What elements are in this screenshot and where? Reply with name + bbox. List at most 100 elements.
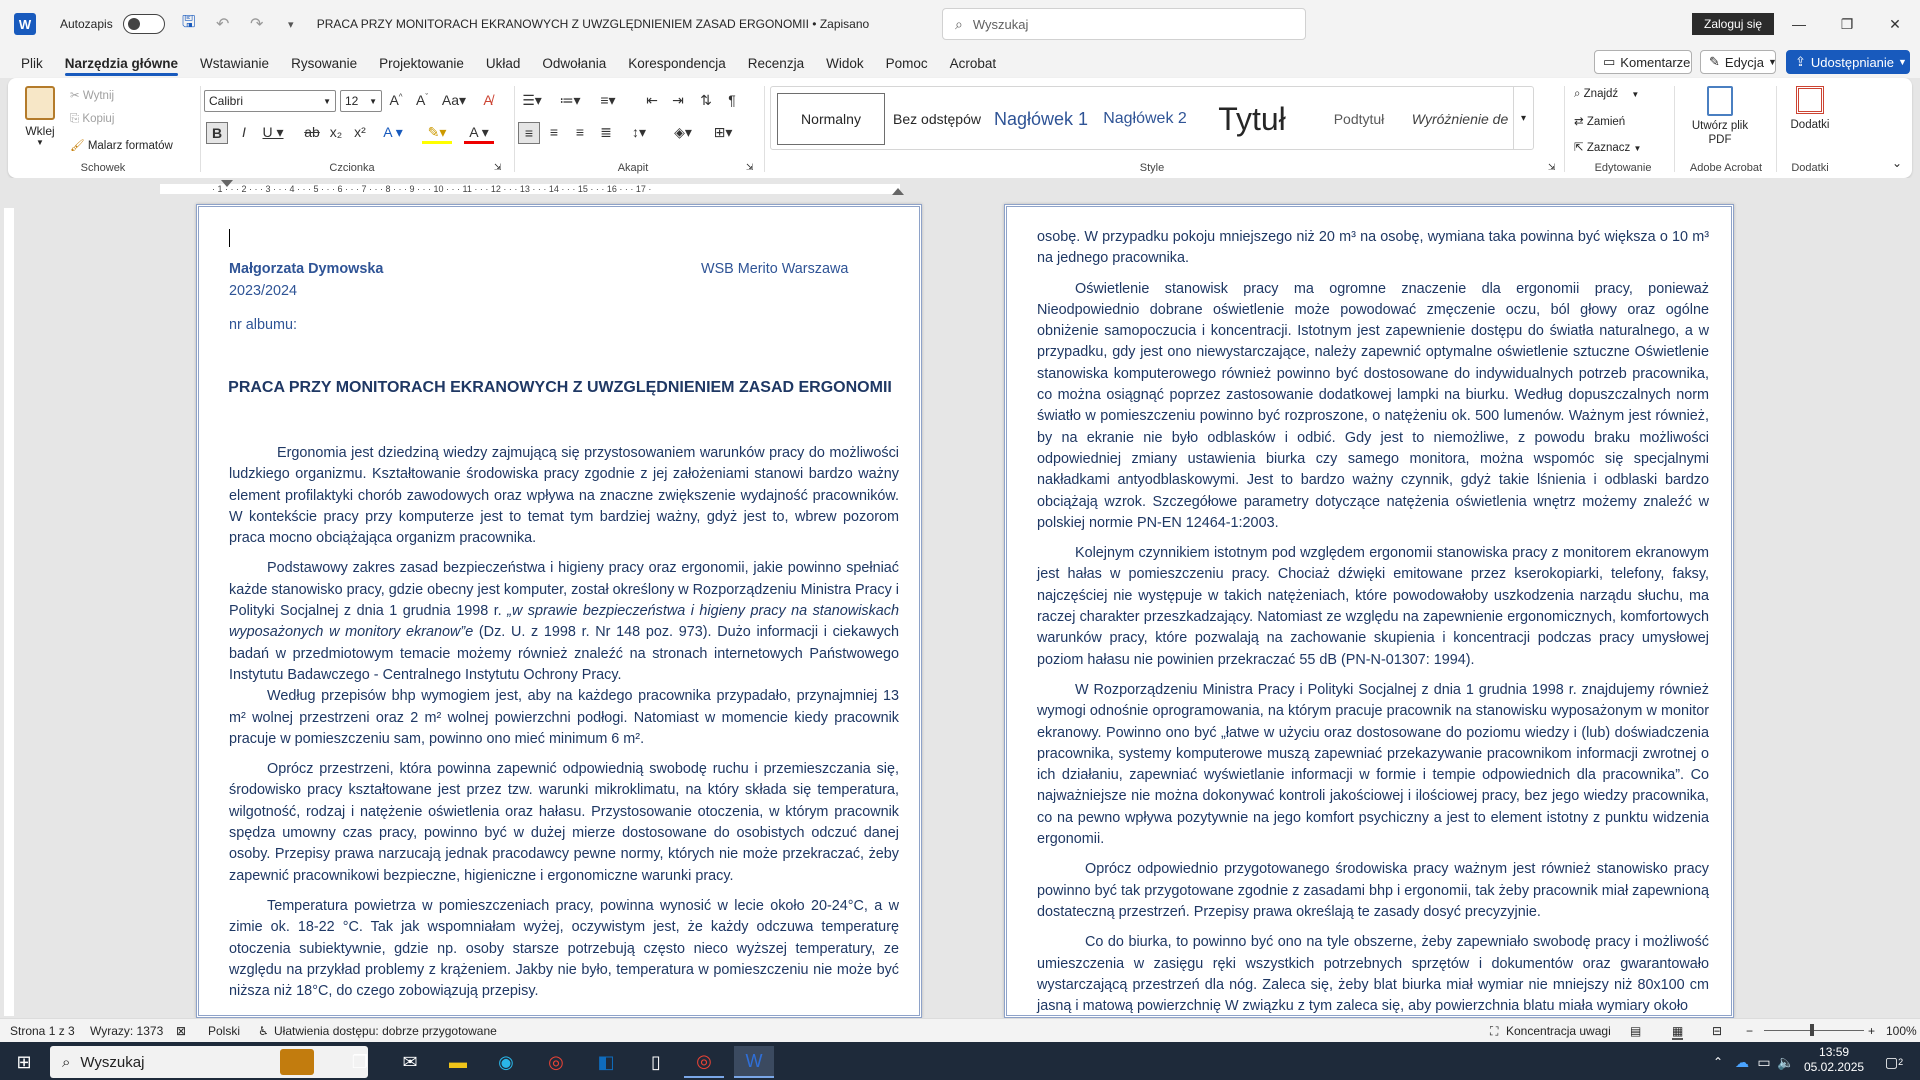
notifications-icon[interactable]: ▢ 2 <box>1874 1046 1914 1078</box>
font-color-icon[interactable]: A ▾ <box>464 124 494 144</box>
accessibility-status[interactable]: Ułatwienia dostępu: dobrze przygotowane <box>274 1024 497 1038</box>
shading-icon[interactable]: ◈▾ <box>668 124 698 141</box>
chrome-icon[interactable]: ◎ <box>536 1046 576 1078</box>
zoom-out-icon[interactable]: − <box>1746 1024 1753 1038</box>
borders-icon[interactable]: ⊞▾ <box>708 124 738 141</box>
edge-icon[interactable]: ◉ <box>486 1046 526 1078</box>
tab-home[interactable]: Narzędzia główne <box>54 48 189 78</box>
tab-insert[interactable]: Wstawianie <box>189 48 280 78</box>
indent-marker[interactable] <box>221 180 233 187</box>
addins-button[interactable]: Dodatki <box>1782 86 1838 131</box>
text-effects-icon[interactable]: A ▾ <box>378 124 408 141</box>
page-2[interactable]: osobę. W przypadku pokoju mniejszego niż… <box>1004 204 1734 1018</box>
task-view-icon[interactable]: ❐ <box>340 1046 380 1078</box>
align-left-icon[interactable]: ≡ <box>518 122 540 144</box>
restore-icon[interactable]: ❐ <box>1824 0 1870 48</box>
tab-review[interactable]: Recenzja <box>737 48 815 78</box>
style-normal[interactable]: Normalny <box>777 93 885 145</box>
file-explorer-icon[interactable]: ▬ <box>438 1046 478 1078</box>
tab-layout[interactable]: Układ <box>475 48 532 78</box>
tab-file[interactable]: Plik <box>10 48 54 78</box>
tab-mailings[interactable]: Korespondencja <box>617 48 737 78</box>
undo-icon[interactable]: ↶ <box>213 14 233 34</box>
paste-button[interactable]: Wklej ▼ <box>22 86 58 147</box>
font-size-combo[interactable]: 12 ▼ <box>340 90 382 112</box>
copy-button[interactable]: ⎘ Kopiuj <box>70 113 114 126</box>
underline-icon[interactable]: U ▾ <box>258 124 288 141</box>
font-dialog-launcher-icon[interactable]: ⇲ <box>494 162 502 173</box>
style-subtle-emphasis[interactable]: Wyróżnienie de <box>1411 93 1509 145</box>
styles-dialog-launcher-icon[interactable]: ⇲ <box>1548 162 1556 173</box>
style-heading-2[interactable]: Nagłówek 2 <box>1097 93 1193 145</box>
bold-icon[interactable]: B <box>206 122 228 144</box>
shrink-font-icon[interactable]: Aˇ <box>412 92 432 108</box>
editing-mode-button[interactable]: ✎ Edycja ▼ <box>1700 50 1777 74</box>
word-taskbar-icon[interactable]: W <box>734 1046 774 1078</box>
print-layout-icon[interactable]: ▦ <box>1672 1024 1684 1040</box>
volume-icon[interactable]: 🔈 <box>1766 1046 1806 1078</box>
clock[interactable]: 13:59 05.02.2025 <box>1804 1045 1864 1075</box>
search-box[interactable]: ⌕ Wyszukaj <box>942 8 1306 40</box>
focus-mode[interactable]: Koncentracja uwagi <box>1506 1024 1611 1038</box>
collapse-ribbon-icon[interactable]: ⌄ <box>1892 156 1902 170</box>
subscript-icon[interactable]: x₂ <box>326 124 346 140</box>
right-indent-marker[interactable] <box>892 188 904 195</box>
zoom-slider[interactable] <box>1764 1024 1864 1036</box>
clear-formatting-icon[interactable]: A̸ <box>478 92 498 108</box>
page-1[interactable]: Małgorzata Dymowska 2023/2024 WSB Merito… <box>196 204 922 1018</box>
share-button[interactable]: ⇪ Udostępnianie ▼ <box>1786 50 1910 74</box>
tab-draw[interactable]: Rysowanie <box>280 48 368 78</box>
document-title[interactable]: PRACA PRZY MONITORACH EKRANOWYCH Z UWZGL… <box>317 17 870 31</box>
create-pdf-button[interactable]: Utwórz plik PDF <box>1684 86 1756 147</box>
tab-view[interactable]: Widok <box>815 48 875 78</box>
decrease-indent-icon[interactable]: ⇤ <box>642 92 662 109</box>
style-heading-1[interactable]: Nagłówek 1 <box>989 93 1093 145</box>
minimize-icon[interactable]: — <box>1776 0 1822 48</box>
sort-icon[interactable]: ⇅ <box>696 92 716 109</box>
tab-references[interactable]: Odwołania <box>531 48 617 78</box>
redo-icon[interactable]: ↷ <box>247 14 267 34</box>
language-indicator[interactable]: Polski <box>208 1024 240 1038</box>
style-title[interactable]: Tytuł <box>1197 93 1307 145</box>
increase-indent-icon[interactable]: ⇥ <box>668 92 688 109</box>
login-button[interactable]: Zaloguj się <box>1692 13 1775 35</box>
windows-start-icon[interactable]: ⊞ <box>4 1046 44 1078</box>
strikethrough-icon[interactable]: ab <box>302 124 322 140</box>
read-mode-icon[interactable]: ▤ <box>1630 1024 1641 1038</box>
superscript-icon[interactable]: x² <box>350 124 370 140</box>
outlook-icon[interactable]: ◧ <box>586 1046 626 1078</box>
align-center-icon[interactable]: ≡ <box>544 124 564 140</box>
taskbar-search[interactable]: ⌕ Wyszukaj <box>50 1046 368 1078</box>
italic-icon[interactable]: I <box>234 124 254 140</box>
font-name-combo[interactable]: Calibri ▼ <box>204 90 336 112</box>
zoom-in-icon[interactable]: + <box>1868 1024 1875 1038</box>
bullets-icon[interactable]: ☰▾ <box>518 92 546 109</box>
save-icon[interactable]: 🖫 <box>179 11 199 38</box>
show-marks-icon[interactable]: ¶ <box>722 92 742 108</box>
comments-button[interactable]: ▭ Komentarze <box>1594 50 1692 74</box>
numbering-icon[interactable]: ≔▾ <box>556 92 584 109</box>
grow-font-icon[interactable]: A^ <box>386 92 406 108</box>
mail-icon[interactable]: ✉ <box>390 1046 430 1078</box>
find-button[interactable]: ⌕ Znajdź ▼ <box>1574 88 1639 101</box>
paragraph-dialog-launcher-icon[interactable]: ⇲ <box>746 162 754 173</box>
change-case-icon[interactable]: Aa▾ <box>440 92 468 109</box>
autosave-toggle[interactable] <box>122 14 165 34</box>
style-no-spacing[interactable]: Bez odstępów <box>889 93 985 145</box>
web-layout-icon[interactable]: ⊟ <box>1712 1024 1722 1038</box>
proofing-icon[interactable]: ⊠ <box>176 1024 186 1038</box>
tab-design[interactable]: Projektowanie <box>368 48 475 78</box>
zoom-level[interactable]: 100% <box>1886 1024 1917 1038</box>
line-spacing-icon[interactable]: ↕▾ <box>624 124 654 141</box>
replace-button[interactable]: ⇄ Zamień <box>1574 114 1625 128</box>
highlight-icon[interactable]: ✎▾ <box>422 124 452 144</box>
multilevel-list-icon[interactable]: ≡▾ <box>594 92 622 109</box>
style-subtitle[interactable]: Podtytuł <box>1311 93 1407 145</box>
word-count[interactable]: Wyrazy: 1373 <box>90 1024 163 1038</box>
document-app-icon[interactable]: ▯ <box>636 1046 676 1078</box>
styles-more-icon[interactable]: ▾ <box>1513 87 1533 149</box>
select-button[interactable]: ⇱ Zaznacz ▼ <box>1574 140 1641 154</box>
close-icon[interactable]: ✕ <box>1872 0 1918 48</box>
tab-acrobat[interactable]: Acrobat <box>939 48 1008 78</box>
chrome-icon[interactable]: ◎ <box>684 1046 724 1078</box>
